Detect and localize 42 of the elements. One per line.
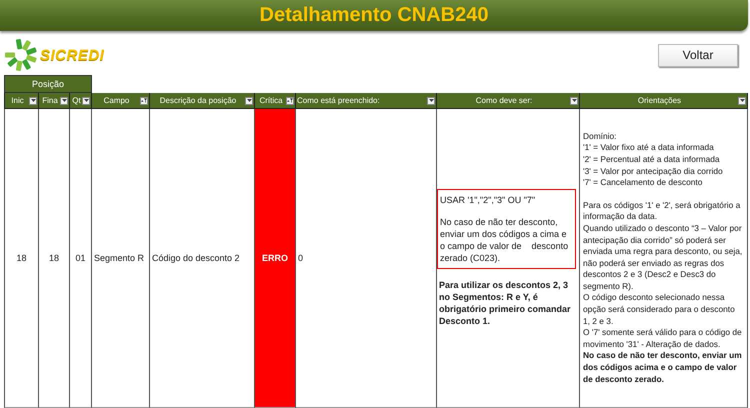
guidance-text: No caso de não ter desconto, enviar um dos códigos acima e o campo de valor de desconto zerado. <box>583 350 743 386</box>
cell-text: No caso de não ter desconto, enviar um dos códigos a cima e o campo de valor de desconto zerado (C023). <box>440 216 570 265</box>
logo-text: SICREDI <box>40 46 104 64</box>
cell-note: Para utilizar os descontos 2, 3 no Segmentos: R e Y, é obrigatório primeiro comandar Desconto 1. <box>439 278 572 328</box>
dropdown-icon[interactable] <box>738 96 746 104</box>
column-header[interactable]: Descrição da posição <box>150 93 255 109</box>
dropdown-icon[interactable] <box>60 96 68 104</box>
guidance-text: '2' = Percentual até a data informada <box>583 154 721 166</box>
guidance-text: Quando utilizado o desconto “3 – Valor por antecipação dia corrido” só poderá ser enviada uma regra para desconto, ou seja, não poderá ser enviado as regras dos descontos 2 e 3 (Desc2 e Desc3 do segmento R). <box>583 222 744 292</box>
table-cell: Segmento R <box>92 109 150 408</box>
group-header: Posição <box>4 75 92 93</box>
guidance-text: '1' = Valor fixo até a data informada <box>583 142 715 154</box>
dropdown-icon[interactable] <box>245 96 253 104</box>
page-title: Detalhamento CNAB240 <box>260 4 488 27</box>
guidance-text: O código desconto selecionado nessa opção será considerado para o desconto 1, 2 e 3. <box>583 292 736 328</box>
filter-icon[interactable] <box>140 96 148 104</box>
dropdown-icon[interactable] <box>570 96 578 104</box>
guidance-text: Para os códigos '1' e '2', será obrigatório a informação da data. <box>583 200 742 223</box>
error-cell: ERRO <box>255 109 296 408</box>
column-header[interactable]: Como está preenchido: <box>296 93 437 109</box>
column-header[interactable]: Orientações <box>580 93 748 109</box>
cell-text: USAR '1","2","3" OU "7" <box>440 194 536 206</box>
column-header[interactable]: Crítica <box>255 93 296 109</box>
guidance-text: O '7' somente será válido para o código de movimento '31' - Alteração de dados. <box>583 327 743 350</box>
column-header[interactable]: Fina <box>39 93 70 109</box>
table-cell: 01 <box>70 109 92 408</box>
table-cell: 18 <box>4 109 39 408</box>
guidance-text: '7' = Cancelamento de desconto <box>583 177 704 189</box>
dropdown-icon[interactable] <box>82 96 90 104</box>
column-header[interactable]: Inic <box>4 93 39 109</box>
dropdown-icon[interactable] <box>29 96 37 104</box>
table-cell: 18 <box>39 109 70 408</box>
filter-icon[interactable] <box>286 96 294 104</box>
guidance-text: Domínio: <box>583 130 618 142</box>
logo-icon <box>4 39 38 71</box>
back-button[interactable]: Voltar <box>658 44 738 66</box>
column-header[interactable]: Como deve ser: <box>437 93 580 109</box>
column-header[interactable]: Campo <box>92 93 150 109</box>
guidance-text: '3' = Valor por antecipação dia corrido <box>583 166 724 178</box>
column-header[interactable]: Qt <box>70 93 92 109</box>
dropdown-icon[interactable] <box>427 96 435 104</box>
table-cell: 0 <box>296 109 437 408</box>
